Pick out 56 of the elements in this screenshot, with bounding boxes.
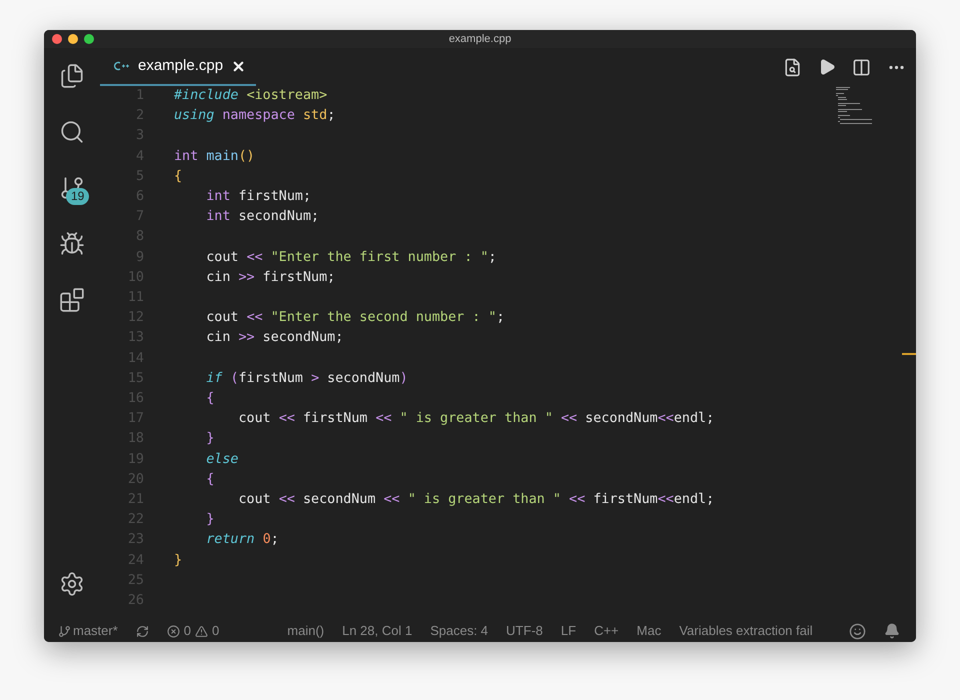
code-line: cout << "Enter the second number : ";: [205, 309, 505, 328]
scrollbar-marker: [902, 353, 916, 355]
close-icon[interactable]: [231, 58, 246, 74]
code-line: cout << "Enter the first number : ";: [205, 248, 496, 267]
code-line: #include <iostream>: [174, 87, 328, 105]
minimap-drawing: [836, 87, 872, 124]
settings-icon[interactable]: [59, 571, 85, 597]
bell-icon[interactable]: [884, 623, 900, 639]
sync-icon[interactable]: [136, 624, 149, 638]
code-line: }: [205, 511, 214, 530]
editor-tab[interactable]: example.cpp: [100, 48, 256, 86]
code-line: if (firstNum > secondNum): [205, 370, 408, 388]
branch-status[interactable]: master*: [58, 621, 118, 641]
status-item[interactable]: main(): [287, 621, 324, 641]
play-icon[interactable]: [818, 58, 836, 76]
split-editor-icon[interactable]: [852, 58, 871, 76]
code-line: int main(): [174, 148, 255, 166]
code-line: using namespace std;: [174, 107, 336, 126]
code-line: cout << firstNum << " is greater than " << secondNum<<endl;: [237, 410, 714, 428]
tab-label: example.cpp: [138, 56, 224, 76]
branch-icon: [58, 624, 71, 638]
code-line: cin >> firstNum;: [205, 268, 336, 287]
smiley-icon[interactable]: [849, 622, 866, 640]
code-line: }: [205, 430, 214, 448]
code-line: {: [174, 168, 182, 186]
file-search-icon[interactable]: [783, 58, 802, 76]
code-line: int firstNum;: [205, 188, 312, 206]
count-badge: 19: [66, 188, 90, 205]
problems-status[interactable]: 0 0: [166, 621, 220, 641]
warning-count: 0: [212, 622, 220, 640]
warning-icon: [195, 624, 208, 638]
error-count: 0: [184, 622, 192, 640]
code-line: return 0;: [205, 531, 279, 550]
status-item[interactable]: Mac: [636, 621, 662, 641]
branch-icon[interactable]: [59, 175, 85, 201]
blocks-icon[interactable]: [59, 287, 85, 313]
window-title: example.cpp: [448, 32, 512, 47]
code-line: cin >> secondNum;: [205, 329, 344, 348]
status-item[interactable]: LF: [560, 621, 576, 641]
branch-name: master*: [73, 622, 118, 640]
code-line: cout << secondNum << " is greater than " << firstNum<<endl;: [237, 491, 714, 510]
bug-icon[interactable]: [59, 231, 85, 257]
status-item[interactable]: Ln 28, Col 1: [342, 621, 412, 641]
code-line: {: [205, 470, 214, 489]
status-item[interactable]: UTF-8: [506, 621, 543, 641]
code-line: {: [205, 390, 214, 408]
error-icon: [166, 624, 180, 638]
status-item[interactable]: Spaces: 4: [430, 621, 488, 641]
files-icon[interactable]: [59, 63, 85, 89]
file-type-icon: [114, 61, 130, 71]
search-icon[interactable]: [59, 119, 85, 145]
status-item[interactable]: C++: [594, 621, 619, 641]
code-line: else: [205, 450, 238, 469]
code-line: }: [174, 552, 182, 570]
status-item[interactable]: Variables extraction fail: [679, 621, 813, 641]
code-line: int secondNum;: [205, 208, 320, 226]
